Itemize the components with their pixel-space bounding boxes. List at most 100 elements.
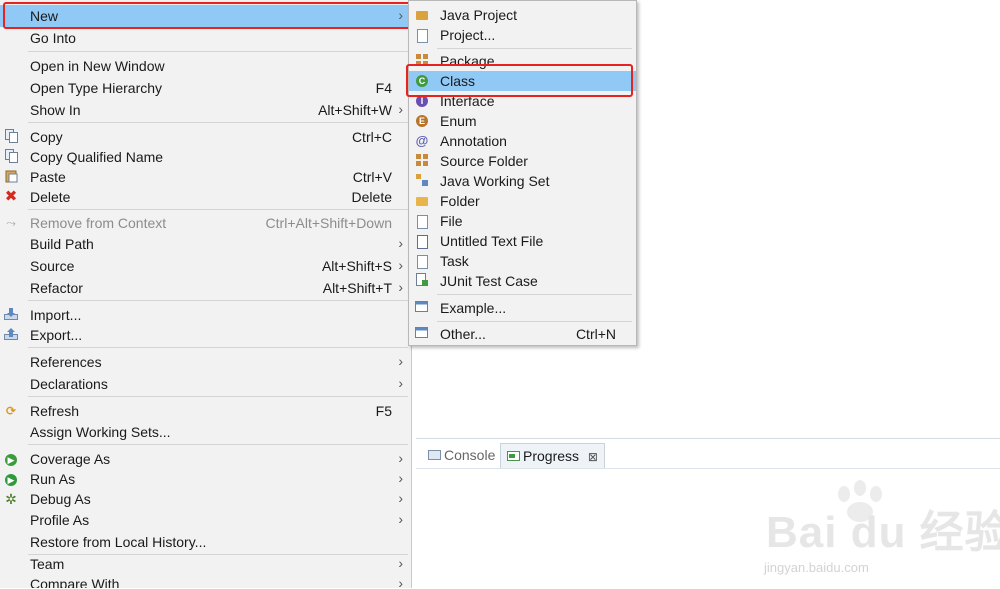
- menu-item-debug-as[interactable]: ✲ Debug As ›: [0, 488, 411, 510]
- tab-console[interactable]: Console: [422, 443, 495, 467]
- chevron-right-icon: ›: [398, 555, 403, 571]
- tab-progress[interactable]: Progress ⊠: [500, 443, 605, 468]
- chevron-right-icon: ›: [398, 470, 403, 486]
- text-file-icon: [415, 233, 429, 249]
- submenu-item-other[interactable]: Other... Ctrl+N: [409, 324, 636, 344]
- menu-item-declarations[interactable]: Declarations ›: [0, 373, 411, 395]
- menu-item-label: Go Into: [30, 30, 76, 46]
- submenu-separator: [437, 294, 632, 295]
- menu-item-source[interactable]: Source Alt+Shift+S ›: [0, 255, 411, 277]
- refresh-icon: ⟳: [5, 404, 17, 418]
- submenu-item-untitled-text-file[interactable]: Untitled Text File: [409, 231, 636, 251]
- chevron-right-icon: ›: [398, 375, 403, 391]
- menu-item-copy[interactable]: Copy Ctrl+C: [0, 126, 411, 148]
- chevron-right-icon: ›: [398, 235, 403, 251]
- submenu-item-label: Project...: [440, 27, 496, 43]
- menu-item-label: Export...: [30, 327, 83, 343]
- file-icon: [415, 213, 429, 229]
- submenu-item-project[interactable]: Project...: [409, 25, 636, 45]
- menu-separator: [28, 444, 408, 445]
- menu-item-run-as[interactable]: ▶ Run As ›: [0, 468, 411, 490]
- copy-qualified-icon: [4, 149, 18, 165]
- menu-item-refactor[interactable]: Refactor Alt+Shift+T ›: [0, 277, 411, 299]
- menu-item-import[interactable]: Import...: [0, 304, 411, 326]
- menu-item-team[interactable]: Team ›: [0, 553, 411, 575]
- task-icon: [415, 253, 429, 269]
- submenu-item-example[interactable]: Example...: [409, 298, 636, 318]
- menu-separator: [28, 347, 408, 348]
- import-icon: [4, 307, 18, 323]
- menu-item-label: Profile As: [30, 512, 90, 528]
- menu-item-label: Copy Qualified Name: [30, 149, 164, 165]
- submenu-item-label: File: [440, 213, 463, 229]
- submenu-item-label: Enum: [440, 113, 477, 129]
- menu-separator: [28, 51, 408, 52]
- menu-item-copy-qualified-name[interactable]: Copy Qualified Name: [0, 146, 411, 168]
- submenu-item-enum[interactable]: E Enum: [409, 111, 636, 131]
- menu-item-label: Declarations: [30, 376, 108, 392]
- submenu-item-label: JUnit Test Case: [440, 273, 538, 289]
- submenu-item-task[interactable]: Task: [409, 251, 636, 271]
- submenu-item-label: Task: [440, 253, 469, 269]
- tab-label: Progress: [523, 448, 580, 464]
- menu-item-shortcut: Ctrl+Alt+Shift+Down: [265, 215, 392, 231]
- menu-item-references[interactable]: References ›: [0, 351, 411, 373]
- menu-item-label: Source: [30, 258, 75, 274]
- submenu-item-folder[interactable]: Folder: [409, 191, 636, 211]
- close-tab-icon[interactable]: ⊠: [588, 450, 598, 464]
- highlight-box-class: [406, 64, 633, 97]
- highlight-box-new: [3, 2, 415, 29]
- menu-item-assign-working-sets[interactable]: Assign Working Sets...: [0, 421, 411, 443]
- submenu-item-label: Folder: [440, 193, 480, 209]
- menu-item-label: Copy: [30, 129, 63, 145]
- submenu-item-label: Annotation: [440, 133, 507, 149]
- menu-item-shortcut: Ctrl+C: [351, 129, 392, 145]
- menu-item-open-type-hierarchy[interactable]: Open Type Hierarchy F4: [0, 77, 411, 99]
- chevron-right-icon: ›: [398, 257, 403, 273]
- other-wizard-icon: [415, 326, 429, 342]
- menu-item-show-in[interactable]: Show In Alt+Shift+W ›: [0, 99, 411, 121]
- context-menu: New › Go Into Open in New Window Open Ty…: [0, 0, 412, 588]
- menu-item-label: Debug As: [30, 491, 91, 507]
- menu-item-build-path[interactable]: Build Path ›: [0, 233, 411, 255]
- chevron-right-icon: ›: [398, 490, 403, 506]
- menu-item-paste[interactable]: Paste Ctrl+V: [0, 166, 411, 188]
- run-icon: ▶: [4, 471, 18, 487]
- submenu-item-java-project[interactable]: Java Project: [409, 5, 636, 25]
- menu-item-shortcut: Alt+Shift+T: [322, 280, 392, 296]
- menu-item-remove-from-context[interactable]: ⤳ Remove from Context Ctrl+Alt+Shift+Dow…: [0, 212, 411, 234]
- submenu-item-annotation[interactable]: @ Annotation: [409, 131, 636, 151]
- menu-item-compare-with[interactable]: Compare With ›: [0, 573, 411, 588]
- menu-item-restore-local-history[interactable]: Restore from Local History...: [0, 531, 411, 553]
- menu-item-refresh[interactable]: ⟳ Refresh F5: [0, 400, 411, 422]
- chevron-right-icon: ›: [398, 279, 403, 295]
- submenu-item-java-working-set[interactable]: Java Working Set: [409, 171, 636, 191]
- folder-icon: [415, 193, 429, 209]
- submenu-item-label: Other...: [440, 326, 486, 342]
- menu-item-shortcut: Alt+Shift+W: [318, 102, 392, 118]
- copy-icon: [4, 129, 18, 145]
- debug-bug-icon: ✲: [5, 491, 17, 507]
- submenu-separator: [437, 48, 632, 49]
- menu-item-go-into[interactable]: Go Into: [0, 27, 411, 49]
- menu-item-label: Coverage As: [30, 451, 111, 467]
- menu-item-label: Restore from Local History...: [30, 534, 207, 550]
- submenu-item-source-folder[interactable]: Source Folder: [409, 151, 636, 171]
- export-icon: [4, 327, 18, 343]
- submenu-item-file[interactable]: File: [409, 211, 636, 231]
- menu-item-label: Show In: [30, 102, 81, 118]
- chevron-right-icon: ›: [398, 353, 403, 369]
- menu-item-open-new-window[interactable]: Open in New Window: [0, 55, 411, 77]
- menu-item-label: Team: [30, 556, 65, 572]
- submenu-item-junit-test-case[interactable]: JUnit Test Case: [409, 271, 636, 291]
- submenu-item-label: Java Working Set: [440, 173, 550, 189]
- menu-item-profile-as[interactable]: Profile As ›: [0, 509, 411, 531]
- progress-icon: [507, 445, 520, 461]
- delete-icon: ✖: [4, 188, 18, 205]
- menu-item-export[interactable]: Export...: [0, 324, 411, 346]
- menu-item-delete[interactable]: ✖ Delete Delete: [0, 186, 411, 208]
- chevron-right-icon: ›: [398, 511, 403, 527]
- menu-item-coverage-as[interactable]: ▶ Coverage As ›: [0, 448, 411, 470]
- menu-item-label: Refactor: [30, 280, 83, 296]
- menu-item-label: Assign Working Sets...: [30, 424, 171, 440]
